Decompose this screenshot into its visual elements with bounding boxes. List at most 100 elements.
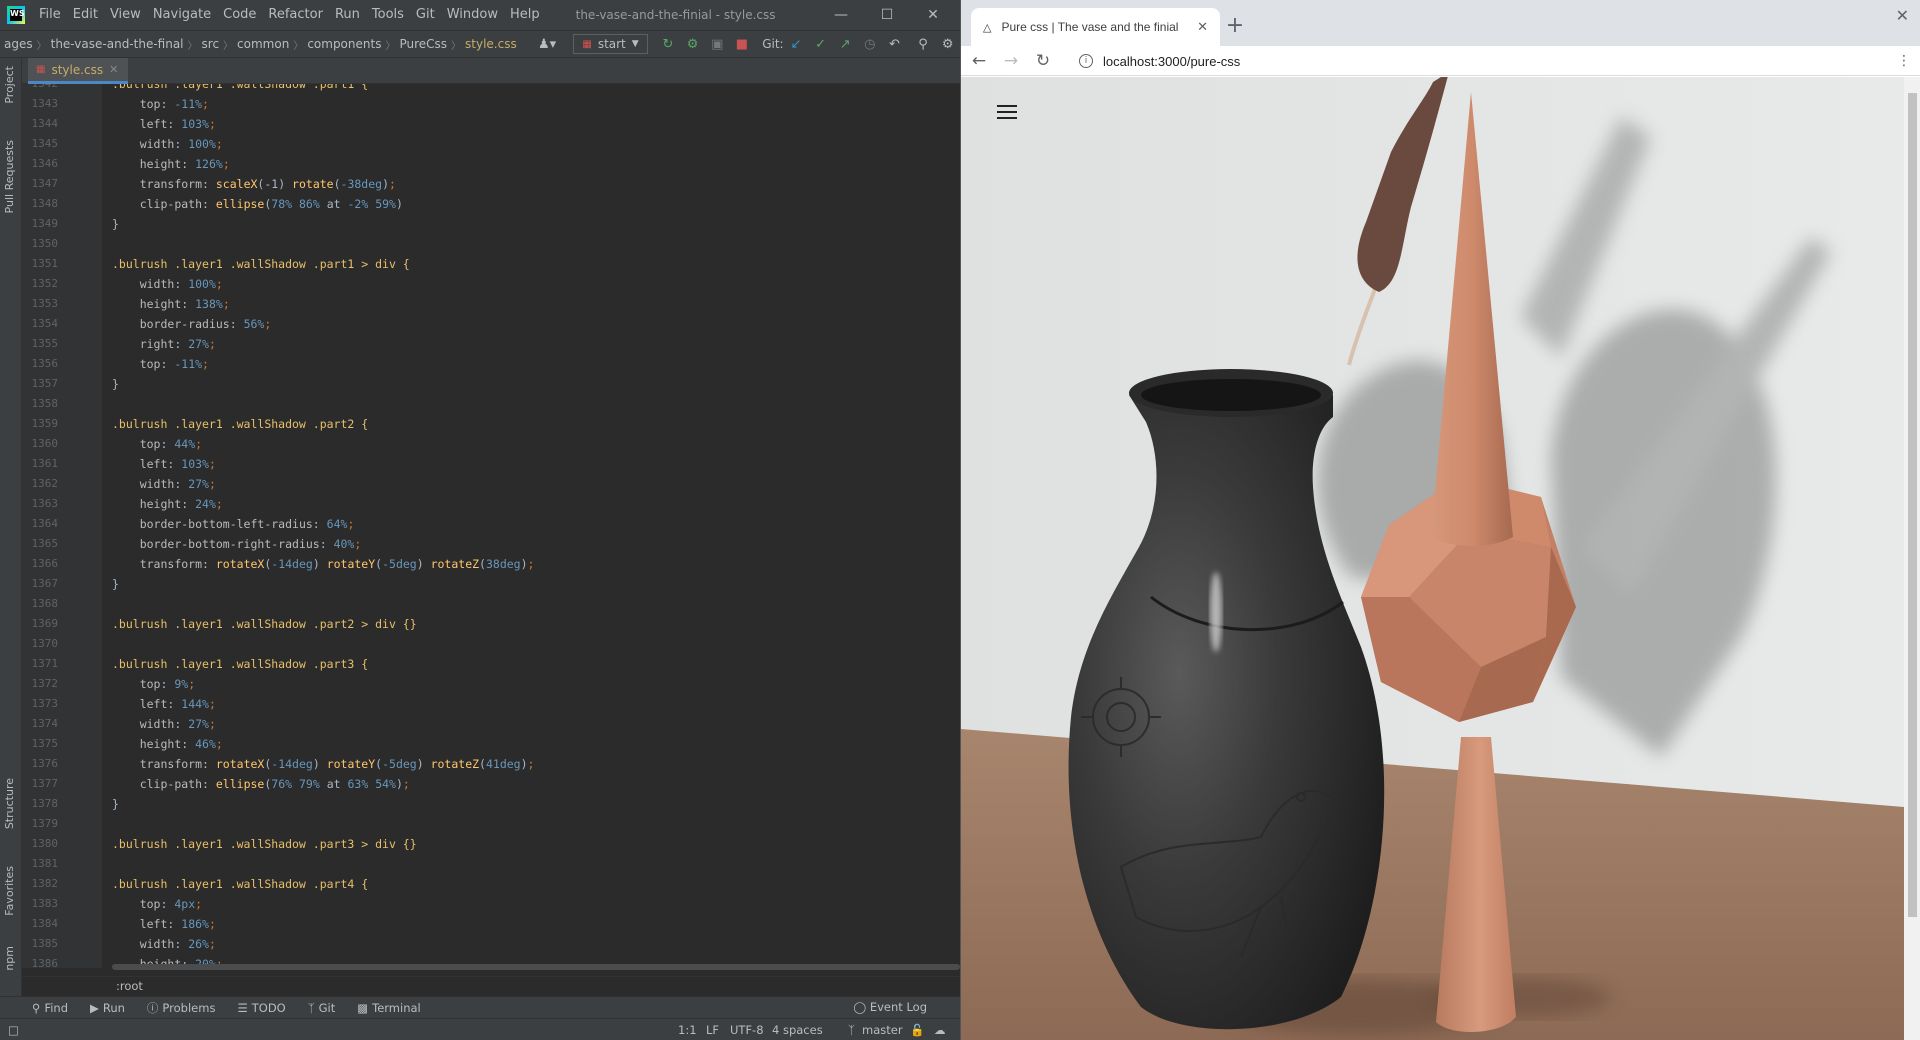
history-icon[interactable]: ◷ <box>857 37 882 52</box>
scrollbar-thumb[interactable] <box>1908 93 1917 917</box>
page-vertical-scrollbar[interactable] <box>1904 77 1920 1040</box>
breadcrumb-item[interactable]: src <box>198 37 224 51</box>
debug-icon[interactable]: ⚙ <box>680 37 705 52</box>
line-separator[interactable]: LF <box>706 1023 719 1037</box>
menu-view[interactable]: View <box>104 0 147 30</box>
editor-tab-style-css[interactable]: ▦ style.css ✕ <box>28 58 129 84</box>
back-button[interactable]: ← <box>963 51 995 71</box>
line-number: 1360 <box>31 437 59 450</box>
close-tab-icon[interactable]: ✕ <box>109 63 118 76</box>
breadcrumb-item[interactable]: the-vase-and-the-final <box>47 37 188 51</box>
code-editor[interactable]: .bulrush .layer1 .wallShadow .part1 { to… <box>102 84 960 968</box>
browser-tab[interactable]: △ Pure css | The vase and the finial ✕ <box>971 8 1220 46</box>
line-number: 1357 <box>31 377 59 390</box>
reload-button[interactable]: ↻ <box>1027 51 1059 71</box>
memory-indicator-icon[interactable]: ☁ <box>934 1023 946 1037</box>
tool-tab-favorites[interactable]: Favorites <box>3 866 16 916</box>
breadcrumb-item[interactable]: PureCss <box>395 37 451 51</box>
ide-titlebar: WS File Edit View Navigate Code Refactor Run To… <box>0 0 960 30</box>
menu-refactor[interactable]: Refactor <box>262 0 329 30</box>
tool-window-terminal[interactable]: ▩ Terminal <box>357 1001 420 1015</box>
tool-window-problems[interactable]: ⓘ Problems <box>147 1000 216 1016</box>
code-line: } <box>112 377 119 391</box>
new-tab-button[interactable]: + <box>1221 11 1249 39</box>
menu-edit[interactable]: Edit <box>67 0 104 30</box>
indent-setting[interactable]: 4 spaces <box>772 1023 823 1037</box>
file-encoding[interactable]: UTF-8 <box>730 1023 764 1037</box>
browser-menu-icon[interactable]: ⋮ <box>1897 53 1911 69</box>
breadcrumb-item[interactable]: common <box>233 37 293 51</box>
panel-toggle-icon[interactable]: □ <box>8 1023 19 1037</box>
code-line: clip-path: ellipse(78% 86% at -2% 59%) <box>139 197 403 211</box>
breadcrumb-separator-icon: 〉 <box>187 40 198 52</box>
webstorm-logo-icon[interactable]: WS <box>7 6 25 24</box>
hamburger-menu-icon[interactable] <box>997 105 1017 119</box>
code-line: width: 27%; <box>139 477 216 491</box>
line-number: 1376 <box>31 757 59 770</box>
rerun-icon[interactable]: ↻ <box>656 37 681 52</box>
coverage-icon[interactable]: ▣ <box>705 37 730 52</box>
tool-window-label: Git <box>318 1000 336 1015</box>
search-icon[interactable]: ⚲ <box>911 37 936 52</box>
run-config-select[interactable]: ▦ start ▼ <box>573 34 648 54</box>
breadcrumb-item[interactable]: ages <box>0 37 37 51</box>
line-number: 1348 <box>31 197 59 210</box>
git-branch-icon: ᛉ <box>848 1023 855 1037</box>
tool-tab-pull-requests[interactable]: Pull Requests <box>3 140 16 213</box>
tool-window-todo[interactable]: ☰ TODO <box>237 1001 285 1015</box>
line-number: 1362 <box>31 477 59 490</box>
git-branch[interactable]: master <box>862 1023 903 1037</box>
git-update-icon[interactable]: ↙ <box>784 37 809 52</box>
menu-navigate[interactable]: Navigate <box>147 0 217 30</box>
minimize-button[interactable]: — <box>818 0 864 30</box>
editor-horizontal-scrollbar[interactable] <box>112 964 960 970</box>
menu-tools[interactable]: Tools <box>366 0 410 30</box>
stop-icon[interactable]: ■ <box>730 37 755 52</box>
menu-help[interactable]: Help <box>504 0 546 30</box>
line-number: 1363 <box>31 497 59 510</box>
favicon-icon: △ <box>983 20 992 34</box>
code-breadcrumb[interactable]: :root <box>116 979 143 993</box>
line-number: 1382 <box>31 877 59 890</box>
menu-window[interactable]: Window <box>441 0 504 30</box>
rollback-icon[interactable]: ↶ <box>882 37 907 52</box>
close-window-button[interactable]: ✕ <box>910 0 956 30</box>
git-push-icon[interactable]: ↗ <box>833 37 858 52</box>
line-number: 1345 <box>31 137 59 150</box>
line-number: 1375 <box>31 737 59 750</box>
code-line: width: 100%; <box>139 137 223 151</box>
line-number: 1354 <box>31 317 59 330</box>
caret-position[interactable]: 1:1 <box>678 1023 697 1037</box>
url-bar[interactable]: i localhost:3000/pure-css <box>1073 49 1873 73</box>
tool-window-git[interactable]: ᛉ Git <box>308 1001 336 1015</box>
event-log-icon: ◯ <box>853 1000 867 1014</box>
event-log-button[interactable]: ◯ Event Log <box>853 1000 927 1014</box>
settings-gear-icon[interactable]: ⚙ <box>935 37 960 52</box>
breadcrumb-item[interactable]: components <box>303 37 385 51</box>
user-icon[interactable]: ♟▾ <box>535 37 560 52</box>
browser-window: △ Pure css | The vase and the finial ✕ +… <box>960 0 1920 1040</box>
tool-tab-npm[interactable]: npm <box>3 946 16 971</box>
menu-code[interactable]: Code <box>217 0 262 30</box>
browser-tab-title: Pure css | The vase and the finial <box>1001 20 1179 34</box>
code-line: } <box>112 577 119 591</box>
tool-window-run[interactable]: ▶ Run <box>90 1001 125 1015</box>
menu-file[interactable]: File <box>33 0 67 30</box>
close-tab-icon[interactable]: ✕ <box>1197 20 1208 35</box>
line-number: 1380 <box>31 837 59 850</box>
tool-tab-project[interactable]: Project <box>3 66 16 104</box>
menu-git[interactable]: Git <box>410 0 441 30</box>
tool-tab-structure[interactable]: Structure <box>3 778 16 829</box>
window-title: the-vase-and-the-finial - style.css <box>575 8 776 22</box>
tool-window-find[interactable]: ⚲ Find <box>32 1001 68 1015</box>
menu-run[interactable]: Run <box>329 0 366 30</box>
line-number: 1364 <box>31 517 59 530</box>
forward-button[interactable]: → <box>995 51 1027 71</box>
close-browser-button[interactable]: ✕ <box>1896 6 1909 25</box>
info-icon[interactable]: i <box>1079 54 1093 68</box>
lock-icon[interactable]: 🔓 <box>910 1023 924 1037</box>
maximize-button[interactable]: ☐ <box>864 0 910 30</box>
code-line: top: 4px; <box>139 897 203 911</box>
git-commit-icon[interactable]: ✓ <box>808 37 833 52</box>
breadcrumb-item[interactable]: style.css <box>461 37 521 51</box>
